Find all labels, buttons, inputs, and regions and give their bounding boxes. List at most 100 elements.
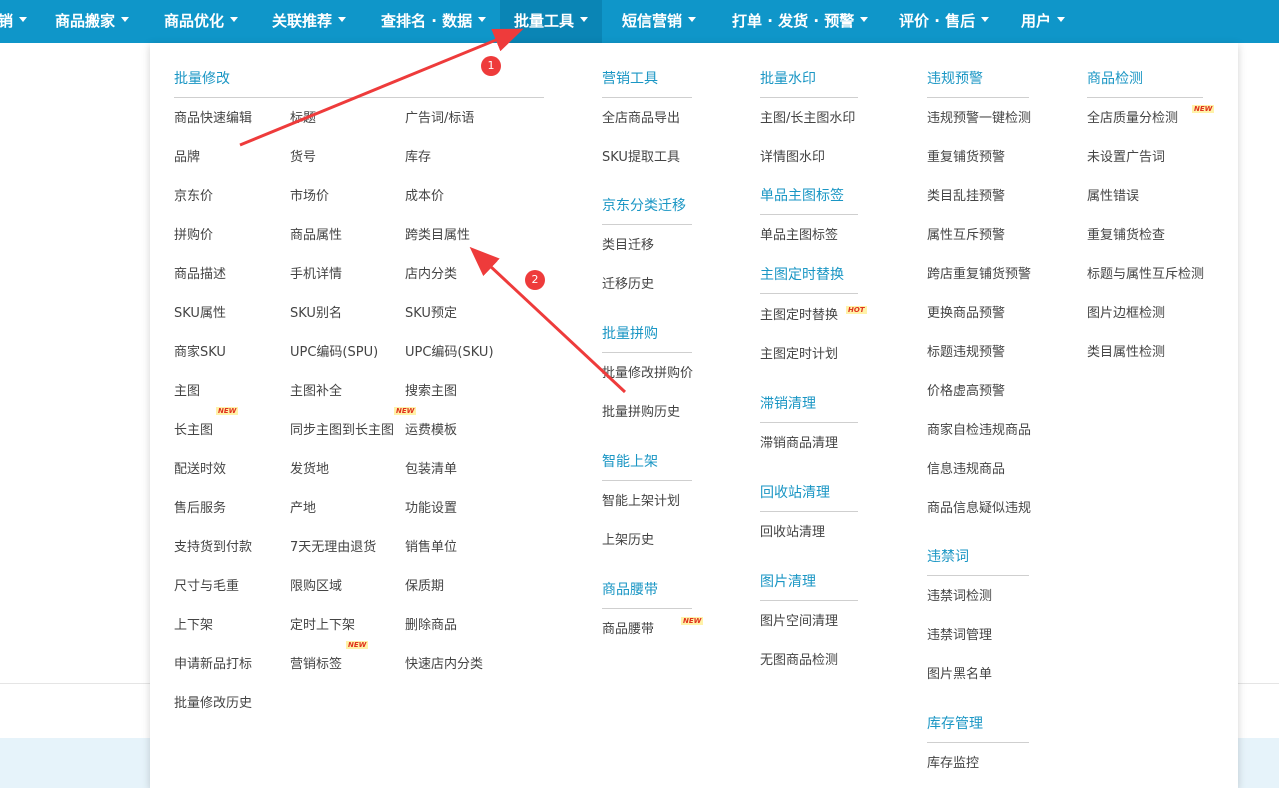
menu-link[interactable]: 货号 [290,146,316,165]
menu-link[interactable]: SKU别名 [290,302,342,321]
menu-link[interactable]: 产地 [290,497,316,516]
menu-link[interactable]: 全店质量分检测 [1087,107,1178,126]
menu-link[interactable]: 商品描述 [174,263,226,282]
menu-link[interactable]: 限购区域 [290,575,342,594]
menu-link[interactable]: 标题与属性互斥检测 [1087,263,1204,282]
section-title-product-check[interactable]: 商品检测 [1087,68,1203,98]
menu-link[interactable]: 搜索主图 [405,380,457,399]
section-title-image-clean[interactable]: 图片清理 [760,571,858,601]
nav-item-ranking-data[interactable]: 查排名 · 数据 [381,0,487,43]
section-title-smart-listing[interactable]: 智能上架 [602,451,692,481]
menu-link[interactable]: 功能设置 [405,497,457,516]
menu-link[interactable]: 主图/长主图水印 [760,107,855,126]
section-title-watermark[interactable]: 批量水印 [760,68,858,98]
menu-link[interactable]: 销售单位 [405,536,457,555]
section-title-group-buy[interactable]: 批量拼购 [602,323,692,353]
menu-link[interactable]: 重复铺货检查 [1087,224,1165,243]
menu-link[interactable]: 无图商品检测 [760,649,838,668]
section-title-marketing-tools[interactable]: 营销工具 [602,68,692,98]
menu-link[interactable]: 定时上下架 [290,614,355,633]
menu-link[interactable]: 包装清单 [405,458,457,477]
menu-link[interactable]: 批量修改历史 [174,692,252,711]
menu-link[interactable]: 市场价 [290,185,329,204]
menu-link[interactable]: 标题违规预警 [927,341,1005,360]
menu-link[interactable]: 手机详情 [290,263,342,282]
menu-link[interactable]: 更换商品预警 [927,302,1005,321]
menu-link[interactable]: 批量修改拼购价 [602,362,693,381]
menu-link[interactable]: 营销标签 [290,653,342,672]
menu-link[interactable]: 主图定时替换 [760,304,838,323]
menu-link[interactable]: SKU提取工具 [602,146,680,165]
menu-link[interactable]: 广告词/标语 [405,107,474,126]
menu-link[interactable]: 单品主图标签 [760,224,838,243]
menu-link[interactable]: 商家SKU [174,341,226,360]
menu-link[interactable]: 价格虚高预警 [927,380,1005,399]
menu-link[interactable]: 库存 [405,146,431,165]
menu-link[interactable]: 违禁词检测 [927,585,992,604]
menu-link[interactable]: 配送时效 [174,458,226,477]
menu-link[interactable]: 商品信息疑似违规 [927,497,1031,516]
menu-link[interactable]: 库存监控 [927,752,979,771]
menu-link[interactable]: 信息违规商品 [927,458,1005,477]
nav-item-product-optimize[interactable]: 商品优化 [164,0,239,43]
menu-link[interactable]: 主图定时计划 [760,343,838,362]
section-title-violation-alert[interactable]: 违规预警 [927,68,1029,98]
menu-link[interactable]: 快速店内分类 [405,653,483,672]
menu-link[interactable]: 京东价 [174,185,213,204]
menu-link[interactable]: 店内分类 [405,263,457,282]
menu-link[interactable]: 类目属性检测 [1087,341,1165,360]
menu-link[interactable]: 商家自检违规商品 [927,419,1031,438]
menu-link[interactable]: 批量拼购历史 [602,401,680,420]
nav-item-batch-tools[interactable]: 批量工具 [500,0,603,43]
menu-link[interactable]: 品牌 [174,146,200,165]
section-title-inventory[interactable]: 库存管理 [927,713,1029,743]
menu-link[interactable]: UPC编码(SPU) [290,341,378,360]
menu-link[interactable]: 长主图 [174,419,213,438]
section-title-waistband[interactable]: 商品腰带 [602,579,692,609]
menu-link[interactable]: 类目乱挂预警 [927,185,1005,204]
menu-link[interactable]: SKU属性 [174,302,226,321]
menu-link[interactable]: 详情图水印 [760,146,825,165]
menu-link[interactable]: 未设置广告词 [1087,146,1165,165]
menu-link[interactable]: 拼购价 [174,224,213,243]
menu-link[interactable]: 跨类目属性 [405,224,470,243]
menu-link[interactable]: 属性互斥预警 [927,224,1005,243]
menu-link[interactable]: 图片边框检测 [1087,302,1165,321]
menu-link[interactable]: 属性错误 [1087,185,1139,204]
menu-link[interactable]: 跨店重复铺货预警 [927,263,1031,282]
nav-item-review-aftersale[interactable]: 评价 · 售后 [899,0,990,43]
menu-link[interactable]: 重复铺货预警 [927,146,1005,165]
section-title-timed-replace[interactable]: 主图定时替换 [760,264,858,294]
section-title-slow-clean[interactable]: 滞销清理 [760,393,858,423]
menu-link[interactable]: 上下架 [174,614,213,633]
menu-link[interactable]: 删除商品 [405,614,457,633]
section-title-jd-category-migrate[interactable]: 京东分类迁移 [602,195,692,225]
menu-link[interactable]: 上架历史 [602,529,654,548]
section-title-banned-words[interactable]: 违禁词 [927,546,1029,576]
menu-link[interactable]: 保质期 [405,575,444,594]
menu-link[interactable]: 标题 [290,107,316,126]
menu-link[interactable]: 7天无理由退货 [290,536,376,555]
menu-link[interactable]: 发货地 [290,458,329,477]
menu-link[interactable]: 违规预警一键检测 [927,107,1031,126]
menu-link[interactable]: 运费模板 [405,419,457,438]
nav-item-related-recommend[interactable]: 关联推荐 [272,0,347,43]
nav-item-sms-marketing[interactable]: 短信营销 [622,0,697,43]
nav-item-marketing-partial[interactable]: 销 [0,0,28,43]
menu-link[interactable]: 智能上架计划 [602,490,680,509]
menu-link[interactable]: 尺寸与毛重 [174,575,239,594]
menu-link[interactable]: 迁移历史 [602,273,654,292]
menu-link[interactable]: SKU预定 [405,302,457,321]
menu-link[interactable]: 商品属性 [290,224,342,243]
menu-link[interactable]: 类目迁移 [602,234,654,253]
menu-link[interactable]: 商品腰带 [602,618,654,637]
menu-link[interactable]: 图片黑名单 [927,663,992,682]
menu-link[interactable]: 支持货到付款 [174,536,252,555]
menu-link[interactable]: 滞销商品清理 [760,432,838,451]
menu-link[interactable]: 售后服务 [174,497,226,516]
menu-link[interactable]: 主图 [174,380,200,399]
menu-link[interactable]: 申请新品打标 [174,653,252,672]
nav-item-user[interactable]: 用户 [1021,0,1066,43]
section-title-recycle-clean[interactable]: 回收站清理 [760,482,858,512]
menu-link[interactable]: 商品快速编辑 [174,107,252,126]
